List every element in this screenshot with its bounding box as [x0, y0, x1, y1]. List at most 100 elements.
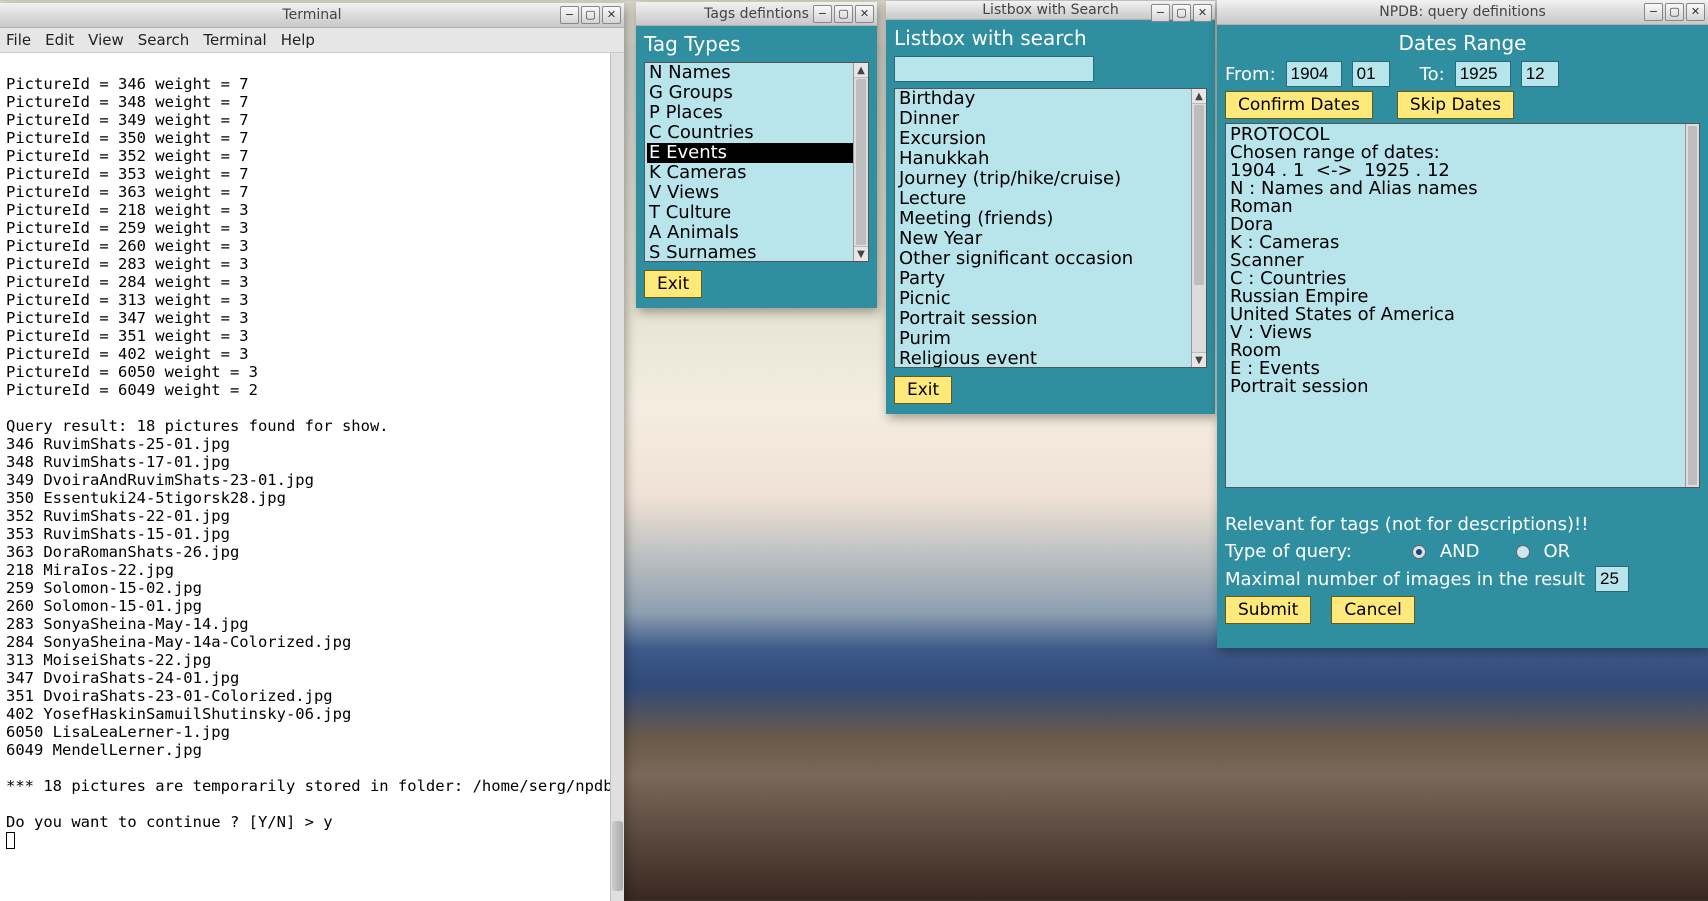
listbox-scrollbar[interactable]: ▲ ▼ — [853, 63, 868, 261]
terminal-body[interactable]: PictureId = 346 weight = 7 PictureId = 3… — [0, 53, 624, 901]
terminal-titlebar[interactable]: Terminal − ▢ ✕ — [0, 3, 624, 28]
close-icon[interactable]: ✕ — [1686, 3, 1705, 21]
event-item[interactable]: Lecture — [897, 189, 1206, 209]
terminal-menubar: File Edit View Search Terminal Help — [0, 28, 624, 53]
submit-button[interactable]: Submit — [1225, 596, 1311, 624]
search-header: Listbox with search — [894, 26, 1207, 50]
tags-window-controls: − ▢ ✕ — [813, 5, 874, 23]
tag-type-item[interactable]: V Views — [647, 183, 868, 203]
minimize-icon[interactable]: − — [813, 5, 832, 23]
tag-type-item[interactable]: C Countries — [647, 123, 868, 143]
terminal-window-controls: − ▢ ✕ — [560, 6, 621, 24]
terminal-cursor — [6, 832, 15, 849]
events-listbox[interactable]: BirthdayDinnerExcursionHanukkahJourney (… — [894, 88, 1207, 368]
maximize-icon[interactable]: ▢ — [1665, 3, 1684, 21]
event-item[interactable]: New Year — [897, 229, 1206, 249]
close-icon[interactable]: ✕ — [855, 5, 874, 23]
from-year-input[interactable] — [1286, 61, 1342, 87]
and-label: AND — [1440, 541, 1480, 562]
event-item[interactable]: Purim — [897, 329, 1206, 349]
minimize-icon[interactable]: − — [1151, 4, 1170, 22]
maximize-icon[interactable]: ▢ — [834, 5, 853, 23]
or-radio[interactable] — [1516, 545, 1530, 559]
maximize-icon[interactable]: ▢ — [1172, 4, 1191, 22]
tag-types-listbox[interactable]: N NamesG GroupsP PlacesC CountriesE Even… — [644, 62, 869, 262]
to-year-input[interactable] — [1455, 61, 1511, 87]
terminal-output: PictureId = 346 weight = 7 PictureId = 3… — [6, 75, 624, 831]
tag-type-item[interactable]: E Events — [647, 143, 868, 163]
tag-type-item[interactable]: A Animals — [647, 223, 868, 243]
tags-exit-button[interactable]: Exit — [644, 270, 702, 298]
protocol-content: PROTOCOL Chosen range of dates: 1904 . 1… — [1230, 124, 1478, 397]
tags-body: Tag Types N NamesG GroupsP PlacesC Count… — [636, 26, 877, 308]
from-month-input[interactable] — [1352, 61, 1390, 87]
max-images-label: Maximal number of images in the result — [1225, 569, 1585, 590]
menu-file[interactable]: File — [6, 31, 31, 49]
tag-type-item[interactable]: K Cameras — [647, 163, 868, 183]
maximize-icon[interactable]: ▢ — [581, 6, 600, 24]
scrollbar-thumb[interactable] — [1688, 126, 1697, 485]
event-item[interactable]: Journey (trip/hike/cruise) — [897, 169, 1206, 189]
from-label: From: — [1225, 64, 1276, 85]
scroll-up-icon[interactable]: ▲ — [854, 63, 868, 78]
search-body: Listbox with search BirthdayDinnerExcurs… — [886, 20, 1215, 414]
menu-search[interactable]: Search — [138, 31, 190, 49]
tag-type-item[interactable]: T Culture — [647, 203, 868, 223]
search-exit-button[interactable]: Exit — [894, 376, 952, 404]
event-item[interactable]: Party — [897, 269, 1206, 289]
event-item[interactable]: Birthday — [897, 89, 1206, 109]
event-item[interactable]: Hanukkah — [897, 149, 1206, 169]
query-title: NPDB: query definitions — [1217, 4, 1708, 20]
scroll-up-icon[interactable]: ▲ — [1192, 89, 1206, 104]
event-item[interactable]: Dinner — [897, 109, 1206, 129]
tag-type-item[interactable]: G Groups — [647, 83, 868, 103]
menu-help[interactable]: Help — [281, 31, 315, 49]
scrollbar-thumb[interactable] — [612, 821, 623, 891]
confirm-dates-button[interactable]: Confirm Dates — [1225, 91, 1373, 119]
scroll-down-icon[interactable]: ▼ — [1192, 352, 1206, 367]
event-item[interactable]: Religious event — [897, 349, 1206, 368]
tag-type-item[interactable]: N Names — [647, 63, 868, 83]
event-item[interactable]: Portrait session — [897, 309, 1206, 329]
search-input[interactable] — [894, 56, 1094, 82]
tags-header: Tag Types — [644, 32, 869, 56]
event-item[interactable]: Excursion — [897, 129, 1206, 149]
protocol-text[interactable]: PROTOCOL Chosen range of dates: 1904 . 1… — [1225, 123, 1700, 488]
query-window: NPDB: query definitions − ▢ ✕ Dates Rang… — [1217, 0, 1708, 648]
event-item[interactable]: Picnic — [897, 289, 1206, 309]
close-icon[interactable]: ✕ — [1193, 4, 1212, 22]
minimize-icon[interactable]: − — [560, 6, 579, 24]
tags-titlebar[interactable]: Tags defintions − ▢ ✕ — [636, 2, 877, 26]
search-window-controls: − ▢ ✕ — [1151, 4, 1212, 22]
dates-range-header: Dates Range — [1225, 31, 1700, 55]
listbox-scrollbar[interactable]: ▲ ▼ — [1191, 89, 1206, 367]
tags-window: Tags defintions − ▢ ✕ Tag Types N NamesG… — [636, 2, 877, 308]
menu-view[interactable]: View — [88, 31, 124, 49]
and-radio[interactable] — [1412, 545, 1426, 559]
to-month-input[interactable] — [1521, 61, 1559, 87]
scroll-down-icon[interactable]: ▼ — [854, 246, 868, 261]
menu-edit[interactable]: Edit — [45, 31, 74, 49]
search-window: Listbox with Search − ▢ ✕ Listbox with s… — [886, 1, 1215, 414]
scrollbar-thumb[interactable] — [856, 79, 866, 245]
minimize-icon[interactable]: − — [1644, 3, 1663, 21]
terminal-scrollbar[interactable] — [610, 53, 624, 901]
max-images-input[interactable] — [1595, 566, 1629, 592]
close-icon[interactable]: ✕ — [602, 6, 621, 24]
cancel-button[interactable]: Cancel — [1331, 596, 1415, 624]
textarea-scrollbar[interactable] — [1685, 124, 1699, 487]
relevant-note: Relevant for tags (not for descriptions)… — [1225, 514, 1700, 535]
menu-terminal[interactable]: Terminal — [203, 31, 266, 49]
event-item[interactable]: Meeting (friends) — [897, 209, 1206, 229]
query-window-controls: − ▢ ✕ — [1644, 3, 1705, 21]
search-titlebar[interactable]: Listbox with Search − ▢ ✕ — [886, 1, 1215, 20]
tag-type-item[interactable]: S Surnames — [647, 243, 868, 262]
terminal-title: Terminal — [0, 7, 624, 23]
or-label: OR — [1544, 541, 1571, 562]
skip-dates-button[interactable]: Skip Dates — [1397, 91, 1514, 119]
query-titlebar[interactable]: NPDB: query definitions − ▢ ✕ — [1217, 0, 1708, 25]
scrollbar-thumb[interactable] — [1194, 105, 1204, 285]
event-item[interactable]: Other significant occasion — [897, 249, 1206, 269]
to-label: To: — [1420, 64, 1445, 85]
tag-type-item[interactable]: P Places — [647, 103, 868, 123]
